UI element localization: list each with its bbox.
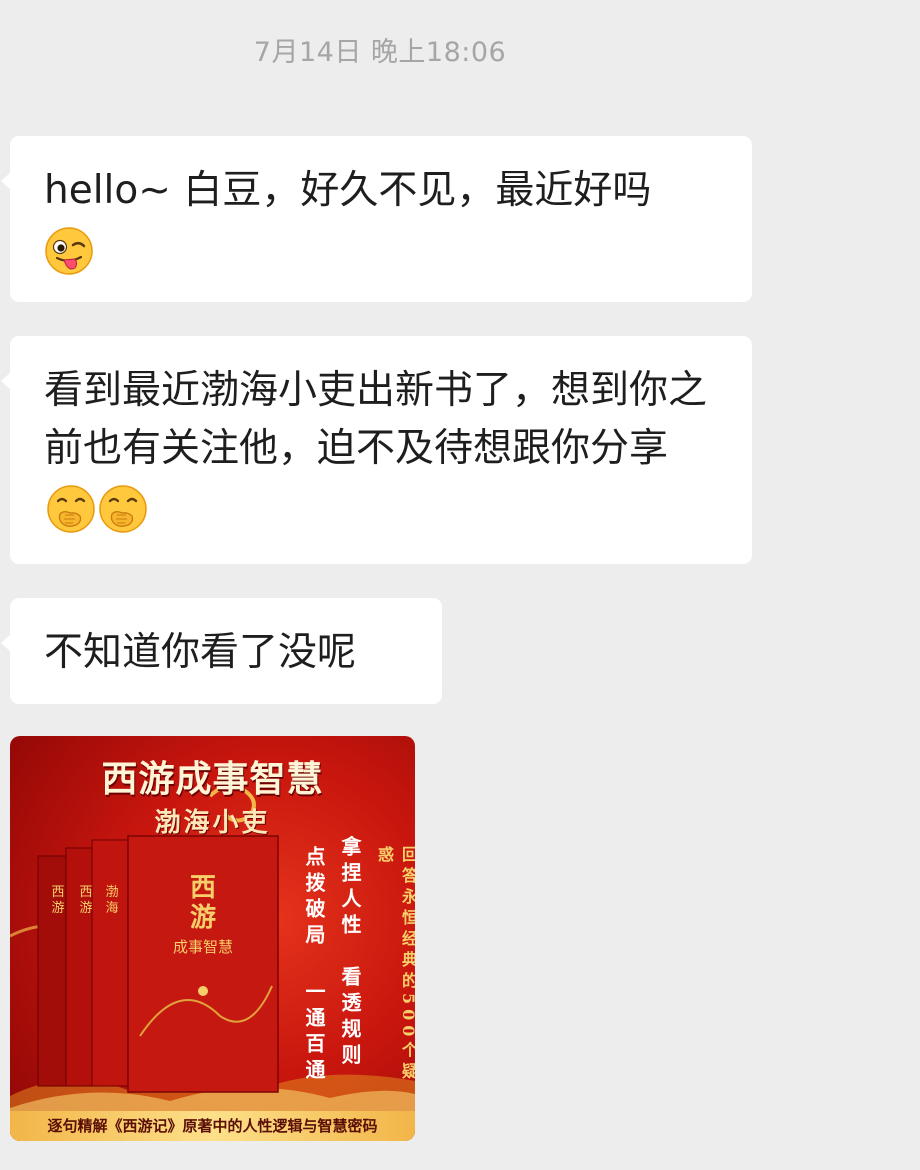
message-text: hello~ 白豆，好久不见，最近好吗: [44, 168, 652, 213]
slogan-column-5: 回答永恒经典的500个疑惑: [375, 846, 415, 1084]
slogan-column-1: 点拨破局: [302, 846, 326, 950]
book-caption: 逐句精解《西游记》原著中的人性逻辑与智慧密码: [10, 1111, 415, 1141]
slogan-column-3: 拿捏人性: [338, 836, 362, 940]
svg-text:成事智慧: 成事智慧: [173, 938, 233, 956]
chat-bubble-1[interactable]: hello~ 白豆，好久不见，最近好吗: [1, 136, 752, 302]
hand-over-mouth-emoji: [47, 484, 95, 533]
svg-text:渤: 渤: [105, 884, 118, 900]
book-author: 渤海小吏: [154, 808, 271, 838]
winking-tongue-emoji: [45, 226, 93, 275]
message-text: 不知道你看了没呢: [44, 630, 357, 675]
message-text: 看到最近渤海小吏出新书了，想到你之前也有关注他，迫不及待想跟你分享: [44, 368, 708, 471]
svg-text:西: 西: [79, 885, 92, 900]
slogan-column-2: 一通百通: [302, 981, 326, 1085]
svg-text:游: 游: [51, 901, 64, 916]
book-promo-image[interactable]: 西 游 成事智慧 西 游 西 游 渤 海 西游成事智慧 渤海小吏 点拨破局 一通…: [10, 736, 415, 1141]
message-timestamp: 7月14日 晚上18:06: [253, 37, 507, 68]
chat-bubble-2[interactable]: 看到最近渤海小吏出新书了，想到你之前也有关注他，迫不及待想跟你分享: [1, 336, 752, 564]
slogan-column-4: 看透规则: [338, 966, 362, 1070]
svg-text:游: 游: [79, 901, 92, 916]
chat-bubble-3[interactable]: 不知道你看了没呢: [1, 598, 442, 704]
svg-text:西: 西: [190, 873, 216, 903]
hand-over-mouth-emoji: [99, 484, 147, 533]
svg-text:游: 游: [190, 903, 216, 933]
svg-text:海: 海: [105, 901, 118, 916]
book-title: 西游成事智慧: [101, 758, 324, 800]
svg-text:西: 西: [51, 885, 64, 900]
